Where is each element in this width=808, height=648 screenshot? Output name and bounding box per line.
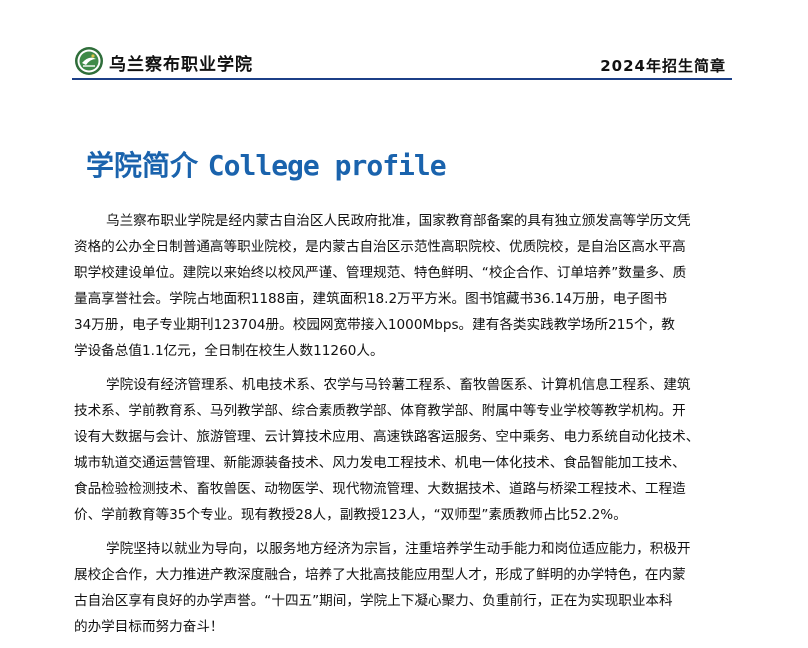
text-line: 量高享誉社会。学院占地面积1188亩，建筑面积18.2万平方米。图书馆藏书36.… xyxy=(74,291,668,307)
section-title-cn: 学院简介 xyxy=(86,149,199,182)
school-emblem-icon xyxy=(75,47,103,75)
text-line: 的办学目标而努力奋斗！ xyxy=(74,619,224,635)
section-title: 学院简介 College profile xyxy=(86,146,447,186)
text-line: 食品检验检测技术、畜牧兽医、动物医学、现代物流管理、大数据技术、道路与桥梁工程技… xyxy=(74,481,686,497)
page-header: 乌兰察布职业学院 2024年招生简章 xyxy=(72,44,732,80)
text-line: 价、学前教育等35个专业。现有教授28人，副教授123人，“双师型”素质教师占比… xyxy=(74,507,627,523)
paragraph-mission: 学院坚持以就业为导向，以服务地方经济为宗旨，注重培养学生动手能力和岗位适应能力，… xyxy=(74,536,736,640)
text-line: 古自治区享有良好的办学声誉。“十四五”期间，学院上下凝心聚力、负重前行，正在为实… xyxy=(74,593,673,609)
text-line: 资格的公办全日制普通高等职业院校，是内蒙古自治区示范性高职院校、优质院校，是自治… xyxy=(74,239,686,255)
text-line: 学院坚持以就业为导向，以服务地方经济为宗旨，注重培养学生动手能力和岗位适应能力，… xyxy=(106,541,691,557)
text-line: 城市轨道交通运营管理、新能源装备技术、风力发电工程技术、机电一体化技术、食品智能… xyxy=(74,455,686,471)
text-line: 展校企合作，大力推进产教深度融合，培养了大批高技能应用型人才，形成了鲜明的办学特… xyxy=(74,567,686,583)
text-line: 技术系、学前教育系、马列教学部、综合素质教学部、体育教学部、附属中等专业学校等教… xyxy=(74,403,686,419)
text-line: 乌兰察布职业学院是经内蒙古自治区人民政府批准，国家教育部备案的具有独立颁发高等学… xyxy=(106,213,691,229)
text-line: 学设备总值1.1亿元，全日制在校生人数11260人。 xyxy=(74,343,384,359)
text-line: 34万册，电子专业期刊123704册。校园网宽带接入1000Mbps。建有各类实… xyxy=(74,317,675,333)
text-line: 学院设有经济管理系、机电技术系、农学与马铃薯工程系、畜牧兽医系、计算机信息工程系… xyxy=(106,377,691,393)
section-title-en: College profile xyxy=(207,149,447,182)
text-line: 职学校建设单位。建院以来始终以校风严谨、管理规范、特色鲜明、“校企合作、订单培养… xyxy=(74,265,687,281)
school-name: 乌兰察布职业学院 xyxy=(109,55,253,75)
text-line: 设有大数据与会计、旅游管理、云计算技术应用、高速铁路客运服务、空中乘务、电力系统… xyxy=(74,429,700,445)
paragraph-departments: 学院设有经济管理系、机电技术系、农学与马铃薯工程系、畜牧兽医系、计算机信息工程系… xyxy=(74,372,736,528)
brochure-title: 2024年招生简章 xyxy=(600,57,726,75)
paragraph-overview: 乌兰察布职业学院是经内蒙古自治区人民政府批准，国家教育部备案的具有独立颁发高等学… xyxy=(74,208,736,364)
college-profile-text: 乌兰察布职业学院是经内蒙古自治区人民政府批准，国家教育部备案的具有独立颁发高等学… xyxy=(74,208,736,648)
